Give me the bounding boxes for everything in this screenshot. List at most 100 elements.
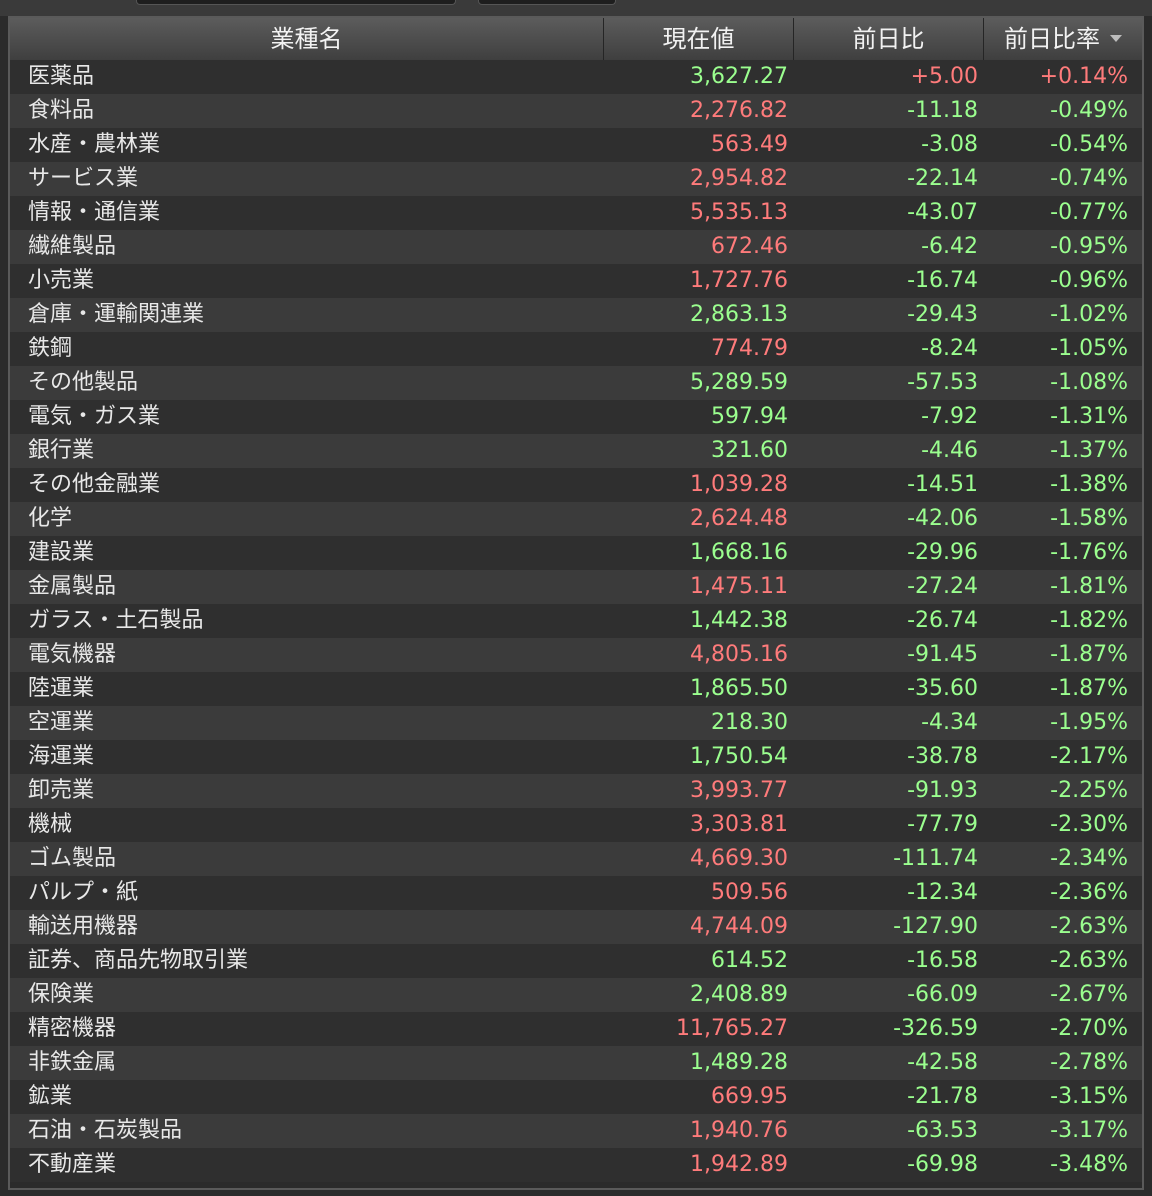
- column-header-change-rate[interactable]: 前日比率: [984, 18, 1142, 60]
- table-row[interactable]: 卸売業 3,993.77 -91.93 -2.25%: [10, 774, 1142, 808]
- current-price-cell: 1,039.28: [690, 472, 788, 497]
- current-price-cell: 321.60: [711, 438, 788, 463]
- column-header-change[interactable]: 前日比: [794, 18, 984, 60]
- change-rate-cell: -1.31%: [1050, 404, 1128, 429]
- table-row[interactable]: 精密機器 11,765.27 -326.59 -2.70%: [10, 1012, 1142, 1046]
- sector-name-cell: 医薬品: [28, 64, 95, 89]
- sort-descending-icon[interactable]: [1110, 34, 1122, 42]
- table-row[interactable]: 電気機器 4,805.16 -91.45 -1.87%: [10, 638, 1142, 672]
- table-row[interactable]: 陸運業 1,865.50 -35.60 -1.87%: [10, 672, 1142, 706]
- current-price-cell: 3,303.81: [690, 812, 788, 837]
- toolbar-tab[interactable]: [478, 0, 616, 5]
- table-row[interactable]: 倉庫・運輸関連業 2,863.13 -29.43 -1.02%: [10, 298, 1142, 332]
- sector-name-cell: 食料品: [28, 98, 95, 123]
- change-rate-cell: -1.38%: [1050, 472, 1128, 497]
- change-cell: -69.98: [907, 1152, 978, 1177]
- change-cell: -29.43: [907, 302, 978, 327]
- change-cell: -43.07: [907, 200, 978, 225]
- change-rate-cell: -2.34%: [1050, 846, 1128, 871]
- table-row[interactable]: 情報・通信業 5,535.13 -43.07 -0.77%: [10, 196, 1142, 230]
- table-row[interactable]: 医薬品 3,627.27 +5.00 +0.14%: [10, 60, 1142, 94]
- toolbar-strip: [0, 0, 1152, 16]
- table-row[interactable]: 鉄鋼 774.79 -8.24 -1.05%: [10, 332, 1142, 366]
- change-rate-cell: +0.14%: [1039, 64, 1128, 89]
- table-row[interactable]: ガラス・土石製品 1,442.38 -26.74 -1.82%: [10, 604, 1142, 638]
- change-cell: -21.78: [907, 1084, 978, 1109]
- table-row[interactable]: 鉱業 669.95 -21.78 -3.15%: [10, 1080, 1142, 1114]
- current-price-cell: 1,865.50: [690, 676, 788, 701]
- change-rate-cell: -1.58%: [1050, 506, 1128, 531]
- change-cell: -11.18: [907, 98, 978, 123]
- table-row[interactable]: その他金融業 1,039.28 -14.51 -1.38%: [10, 468, 1142, 502]
- current-price-cell: 5,535.13: [690, 200, 788, 225]
- current-price-cell: 4,669.30: [690, 846, 788, 871]
- column-header-current-price[interactable]: 現在値: [604, 18, 794, 60]
- table-row[interactable]: 電気・ガス業 597.94 -7.92 -1.31%: [10, 400, 1142, 434]
- change-cell: -16.74: [907, 268, 978, 293]
- current-price-cell: 2,954.82: [690, 166, 788, 191]
- table-row[interactable]: 金属製品 1,475.11 -27.24 -1.81%: [10, 570, 1142, 604]
- current-price-cell: 1,750.54: [690, 744, 788, 769]
- sector-name-cell: 非鉄金属: [28, 1050, 117, 1075]
- table-row[interactable]: 海運業 1,750.54 -38.78 -2.17%: [10, 740, 1142, 774]
- table-row[interactable]: 繊維製品 672.46 -6.42 -0.95%: [10, 230, 1142, 264]
- sector-name-cell: ゴム製品: [28, 846, 117, 871]
- change-cell: -4.46: [921, 438, 978, 463]
- sector-name-cell: 石油・石炭製品: [28, 1118, 183, 1143]
- table-row[interactable]: 銀行業 321.60 -4.46 -1.37%: [10, 434, 1142, 468]
- change-rate-cell: -1.87%: [1050, 642, 1128, 667]
- table-row[interactable]: 食料品 2,276.82 -11.18 -0.49%: [10, 94, 1142, 128]
- table-header: 業種名 現在値 前日比 前日比率: [10, 18, 1142, 61]
- change-cell: -127.90: [893, 914, 978, 939]
- sector-name-cell: 化学: [28, 506, 73, 531]
- change-rate-cell: -1.81%: [1050, 574, 1128, 599]
- change-rate-cell: -2.36%: [1050, 880, 1128, 905]
- table-row[interactable]: サービス業 2,954.82 -22.14 -0.74%: [10, 162, 1142, 196]
- sector-name-cell: 電気・ガス業: [28, 404, 161, 429]
- sector-name-cell: その他金融業: [28, 472, 161, 497]
- current-price-cell: 614.52: [711, 948, 788, 973]
- column-header-sector-name[interactable]: 業種名: [10, 18, 604, 60]
- change-cell: -111.74: [893, 846, 978, 871]
- current-price-cell: 4,805.16: [690, 642, 788, 667]
- sector-name-cell: 鉄鋼: [28, 336, 73, 361]
- toolbar-tab[interactable]: [136, 0, 456, 5]
- change-cell: -4.34: [921, 710, 978, 735]
- change-cell: -42.06: [907, 506, 978, 531]
- change-cell: -66.09: [907, 982, 978, 1007]
- table-row[interactable]: その他製品 5,289.59 -57.53 -1.08%: [10, 366, 1142, 400]
- change-cell: -8.24: [921, 336, 978, 361]
- change-rate-cell: -2.67%: [1050, 982, 1128, 1007]
- change-cell: -63.53: [907, 1118, 978, 1143]
- table-row[interactable]: 機械 3,303.81 -77.79 -2.30%: [10, 808, 1142, 842]
- change-rate-cell: -0.96%: [1050, 268, 1128, 293]
- current-price-cell: 509.56: [711, 880, 788, 905]
- table-row[interactable]: 石油・石炭製品 1,940.76 -63.53 -3.17%: [10, 1114, 1142, 1148]
- sector-name-cell: ガラス・土石製品: [28, 608, 204, 633]
- current-price-cell: 218.30: [711, 710, 788, 735]
- table-row[interactable]: 非鉄金属 1,489.28 -42.58 -2.78%: [10, 1046, 1142, 1080]
- change-cell: -35.60: [907, 676, 978, 701]
- table-row[interactable]: 建設業 1,668.16 -29.96 -1.76%: [10, 536, 1142, 570]
- change-rate-cell: -0.77%: [1050, 200, 1128, 225]
- table-row[interactable]: 空運業 218.30 -4.34 -1.95%: [10, 706, 1142, 740]
- change-rate-cell: -2.25%: [1050, 778, 1128, 803]
- change-cell: -26.74: [907, 608, 978, 633]
- current-price-cell: 3,993.77: [690, 778, 788, 803]
- table-row[interactable]: 保険業 2,408.89 -66.09 -2.67%: [10, 978, 1142, 1012]
- current-price-cell: 597.94: [711, 404, 788, 429]
- current-price-cell: 2,863.13: [690, 302, 788, 327]
- change-rate-cell: -2.70%: [1050, 1016, 1128, 1041]
- sector-name-cell: パルプ・紙: [28, 880, 139, 905]
- table-row[interactable]: 化学 2,624.48 -42.06 -1.58%: [10, 502, 1142, 536]
- table-row[interactable]: 小売業 1,727.76 -16.74 -0.96%: [10, 264, 1142, 298]
- change-cell: -16.58: [907, 948, 978, 973]
- table-row[interactable]: パルプ・紙 509.56 -12.34 -2.36%: [10, 876, 1142, 910]
- table-row[interactable]: 水産・農林業 563.49 -3.08 -0.54%: [10, 128, 1142, 162]
- table-row[interactable]: 証券、商品先物取引業 614.52 -16.58 -2.63%: [10, 944, 1142, 978]
- table-row[interactable]: 不動産業 1,942.89 -69.98 -3.48%: [10, 1148, 1142, 1182]
- table-row[interactable]: ゴム製品 4,669.30 -111.74 -2.34%: [10, 842, 1142, 876]
- table-row[interactable]: 輸送用機器 4,744.09 -127.90 -2.63%: [10, 910, 1142, 944]
- change-cell: -38.78: [907, 744, 978, 769]
- change-rate-cell: -1.37%: [1050, 438, 1128, 463]
